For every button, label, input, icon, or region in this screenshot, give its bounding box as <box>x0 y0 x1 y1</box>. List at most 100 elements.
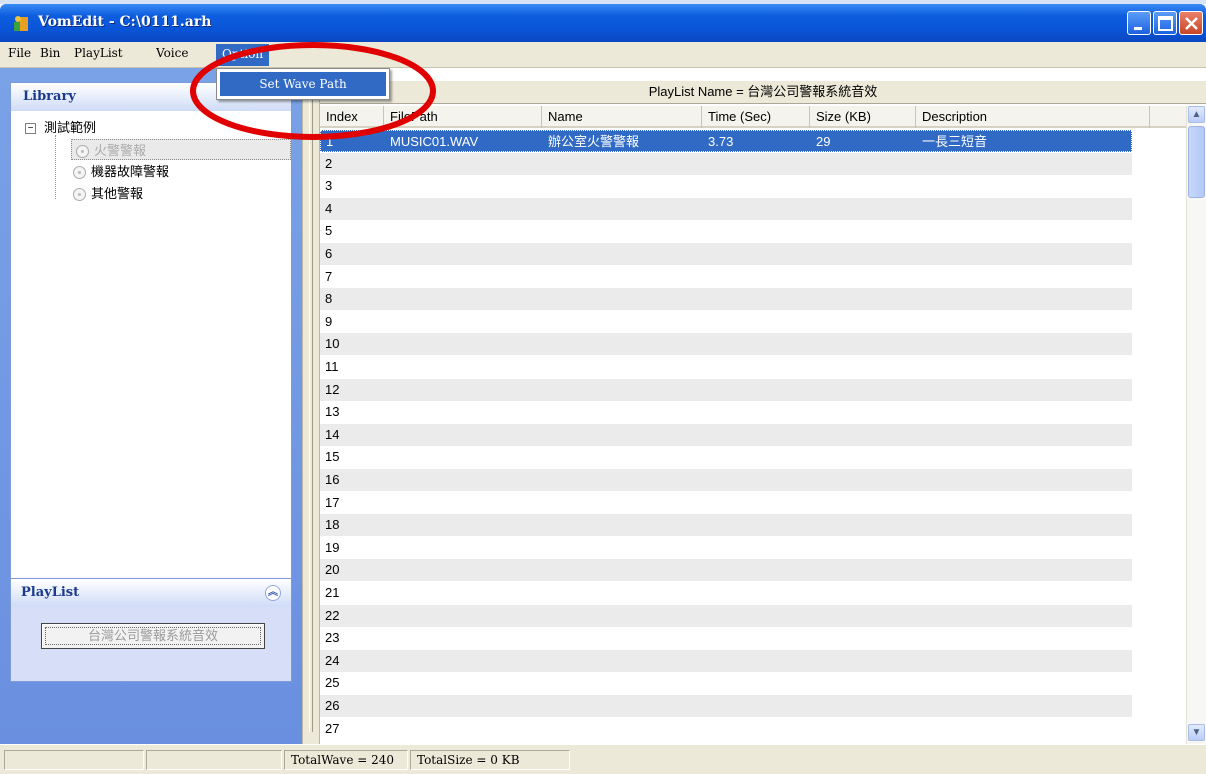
playlist-panel: PlayList ︽ 台灣公司警報系統音效 <box>10 578 292 682</box>
cell-name: 辦公室火警警報 <box>548 134 640 149</box>
tree-item-fire-alarm[interactable]: 火警警報 <box>71 139 291 160</box>
cell-index: 26 <box>325 698 340 713</box>
menu-bar: File Bin PlayList Voice Option <box>0 42 1206 68</box>
cell-index: 17 <box>325 494 340 510</box>
cell-index: 24 <box>325 652 340 668</box>
table-row[interactable]: 27 <box>320 718 1132 740</box>
col-index[interactable]: Index <box>320 106 384 128</box>
status-total-wave: TotalWave = 240 <box>284 750 408 770</box>
menu-playlist[interactable]: PlayList <box>74 46 123 60</box>
playlist-button[interactable]: 台灣公司警報系統音效 <box>41 623 265 649</box>
table-row[interactable]: 3 <box>320 175 1132 197</box>
chevron-up-icon[interactable]: ︽ <box>265 585 281 601</box>
playlist-header: PlayList ︽ <box>11 579 291 607</box>
table-row[interactable]: 22 <box>320 604 1132 627</box>
table-row[interactable]: 17 <box>320 492 1132 514</box>
col-name[interactable]: Name <box>542 106 702 128</box>
menu-bin[interactable]: Bin <box>40 46 60 60</box>
table-row[interactable]: 1 MUSIC01.WAV 辦公室火警警報 3.73 29 一長三短音 <box>320 130 1132 152</box>
cell-index: 14 <box>325 426 340 442</box>
main-area: PlayList Name = 台灣公司警報系統音效 Index FilePat… <box>320 68 1206 744</box>
cell-index: 12 <box>325 381 340 397</box>
table-row[interactable]: 7 <box>320 266 1132 288</box>
table-row[interactable]: 4 <box>320 197 1132 220</box>
scroll-thumb[interactable] <box>1188 126 1205 198</box>
disc-icon <box>73 188 86 202</box>
vertical-scrollbar[interactable]: ▲ ▼ <box>1186 106 1206 744</box>
option-dropdown: Set Wave Path <box>216 68 390 100</box>
menu-file[interactable]: File <box>8 46 31 60</box>
minimize-button[interactable] <box>1127 11 1151 35</box>
cell-time: 3.73 <box>708 134 734 149</box>
cell-index: 2 <box>325 155 333 171</box>
status-cell-empty-2 <box>146 750 282 770</box>
disc-icon <box>73 166 86 180</box>
maximize-button[interactable] <box>1153 11 1177 35</box>
cell-index: 1 <box>326 134 334 149</box>
cell-index: 13 <box>325 404 340 420</box>
cell-index: 20 <box>325 562 340 578</box>
table-row[interactable]: 20 <box>320 559 1132 582</box>
focus-rect <box>45 627 261 645</box>
cell-index: 4 <box>325 200 333 216</box>
table-row[interactable]: 14 <box>320 423 1132 446</box>
col-time[interactable]: Time (Sec) <box>702 106 810 128</box>
cell-index: 10 <box>325 336 340 352</box>
cell-index: 23 <box>325 630 340 646</box>
menu-item-set-wave-path[interactable]: Set Wave Path <box>220 72 386 96</box>
cell-size: 29 <box>816 134 831 149</box>
table-row[interactable]: 2 <box>320 152 1132 175</box>
table-row[interactable]: 5 <box>320 220 1132 242</box>
table-row[interactable]: 12 <box>320 378 1132 401</box>
table-row[interactable]: 19 <box>320 537 1132 559</box>
cell-index: 5 <box>325 223 333 239</box>
collapse-toggle-icon[interactable]: − <box>25 123 36 135</box>
title-bar[interactable]: VomEdit - C:\0111.arh <box>0 4 1206 42</box>
grid-header: Index FilePath Name Time (Sec) Size (KB)… <box>320 106 1186 128</box>
tree-root[interactable]: − 測試範例 <box>25 117 96 136</box>
playlist-header-label: PlayList <box>21 585 80 600</box>
col-size[interactable]: Size (KB) <box>810 106 916 128</box>
table-row[interactable]: 8 <box>320 288 1132 311</box>
table-row[interactable]: 6 <box>320 243 1132 265</box>
table-row[interactable]: 15 <box>320 446 1132 468</box>
app-icon <box>14 16 28 31</box>
menu-voice[interactable]: Voice <box>156 46 216 60</box>
cell-index: 8 <box>325 291 333 307</box>
tree-connector <box>55 135 56 199</box>
close-button[interactable] <box>1179 11 1203 35</box>
table-row[interactable]: 21 <box>320 582 1132 604</box>
table-row[interactable]: 13 <box>320 401 1132 423</box>
window-title: VomEdit - C:\0111.arh <box>38 14 212 30</box>
cell-index: 19 <box>325 539 340 555</box>
status-bar: TotalWave = 240 TotalSize = 0 KB <box>0 744 1206 774</box>
tree-item-other-alarm[interactable]: 其他警報 <box>73 183 143 202</box>
table-row[interactable]: 10 <box>320 333 1132 356</box>
cell-index: 25 <box>325 675 340 691</box>
table-row[interactable]: 11 <box>320 356 1132 378</box>
playlist-name-bar: PlayList Name = 台灣公司警報系統音效 <box>320 80 1206 104</box>
table-row[interactable]: 26 <box>320 695 1132 717</box>
status-total-size: TotalSize = 0 KB <box>410 750 570 770</box>
table-row[interactable]: 18 <box>320 514 1132 537</box>
maximize-icon <box>1158 16 1173 31</box>
table-row[interactable]: 25 <box>320 672 1132 694</box>
table-row[interactable]: 23 <box>320 627 1132 649</box>
scroll-up-button[interactable]: ▲ <box>1188 106 1205 123</box>
col-description[interactable]: Description <box>916 106 1150 128</box>
menu-option[interactable]: Option <box>216 44 270 66</box>
panel-splitter[interactable] <box>302 68 320 744</box>
table-row[interactable]: 9 <box>320 311 1132 333</box>
left-panel: Library − 測試範例 火警警報 機器故障警報 其他警報 PlayList … <box>0 68 302 744</box>
cell-index: 11 <box>325 359 339 374</box>
scroll-down-button[interactable]: ▼ <box>1188 724 1205 741</box>
table-row[interactable]: 16 <box>320 469 1132 491</box>
table-row[interactable]: 24 <box>320 649 1132 672</box>
cell-index: 9 <box>325 313 333 329</box>
col-filepath[interactable]: FilePath <box>384 106 542 128</box>
cell-index: 16 <box>325 472 340 487</box>
tree-item-machine-fault[interactable]: 機器故障警報 <box>73 161 169 180</box>
close-icon <box>1185 17 1198 30</box>
splitter-grip <box>309 82 313 732</box>
cell-index: 7 <box>325 268 333 284</box>
